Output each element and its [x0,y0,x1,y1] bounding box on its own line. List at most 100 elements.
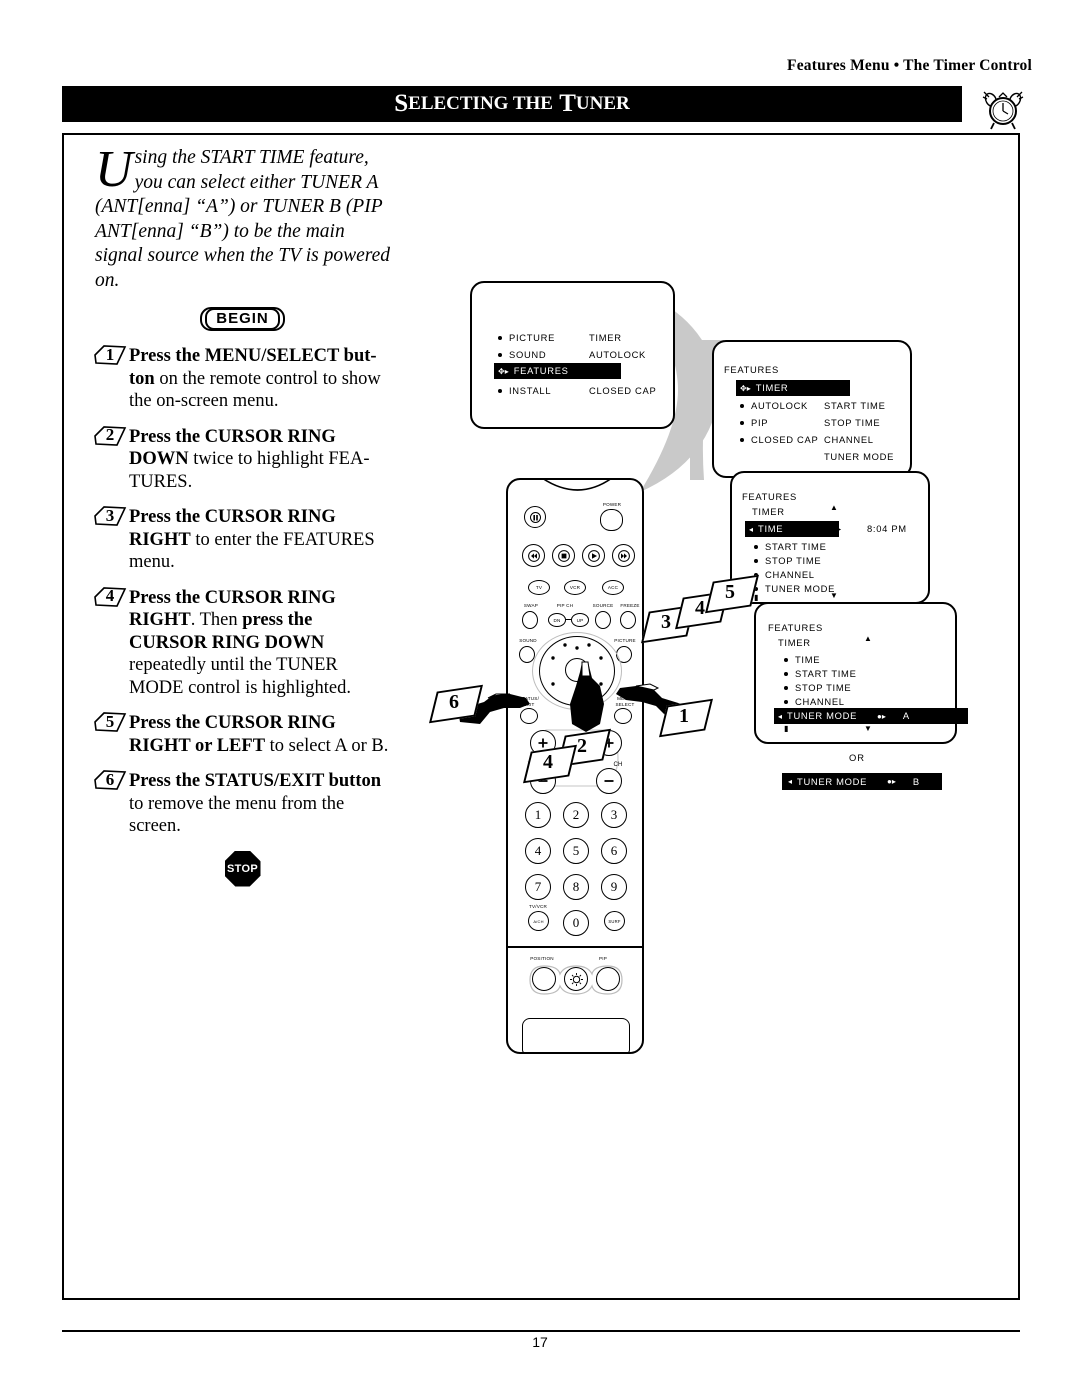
osd3-item-2[interactable]: STOP TIME [754,555,821,566]
vcr-button[interactable]: VCR [564,580,586,595]
keypad-7[interactable]: 7 [525,874,551,900]
acc-button[interactable]: ACC [602,580,624,595]
bullet-icon [784,685,788,690]
keypad-3[interactable]: 3 [601,802,627,828]
osd4-item-1[interactable]: START TIME [784,668,857,679]
channel-down-button[interactable] [596,768,622,794]
scroll-up-icon: ▲ [830,503,838,512]
keypad-5[interactable]: 5 [563,838,589,864]
drop-cap: U [95,141,133,198]
step-text: Press the STATUS/EXIT button to remove t… [129,771,382,836]
osd1-right-3: CLOSED CAP [589,385,657,396]
artwork-callout-1: 1 [658,698,714,738]
source-button[interactable] [595,611,611,629]
nav-cursor-icon: ✥▸ [498,367,509,376]
osd-alt-tuner-mode-bar[interactable]: ◂ TUNER MODE ●▸ B [782,773,942,790]
tv-button[interactable]: TV [528,580,550,595]
stop-button[interactable] [552,544,575,567]
acc-label: ACC [607,585,619,590]
step-number-diamond: 6 [93,769,127,791]
step-number: 1 [105,344,115,364]
osd1-right-1: AUTOLOCK [589,349,647,360]
osd4-header: FEATURES [768,622,823,633]
step-item: 3 Press the CURSOR RING RIGHT to enter t… [94,505,390,574]
keypad-1[interactable]: 1 [525,802,551,828]
play-button[interactable] [582,544,605,567]
backlight-button[interactable] [564,967,588,991]
pause-button[interactable] [524,506,546,528]
pip-ch-dn-label: DN [553,617,561,623]
keypad-2[interactable]: 2 [563,802,589,828]
steps-list: 1 Press the MENU/SELECT but-ton on the r… [93,344,390,838]
position-button[interactable] [532,967,556,991]
osd-timer-menu: FEATURES TIMER ▲ ◂ TIME ●▸ 8:04 PM START … [730,471,933,607]
page-title-cap1: S [394,90,409,117]
fast-forward-button[interactable] [612,544,635,567]
step-number: 4 [105,586,115,606]
freeze-button[interactable] [620,611,636,629]
osd1-left-1[interactable]: SOUND [498,349,546,360]
bullet-icon [740,437,744,442]
step-item: 4 Press the CURSOR RING RIGHT. Then pres… [94,586,390,700]
osd1-left-3[interactable]: INSTALL [498,385,551,396]
keypad-8[interactable]: 8 [563,874,589,900]
osd1-right-2: PIP [589,367,607,378]
osd4-item-2[interactable]: STOP TIME [784,682,851,693]
stop-label: STOP [227,862,258,875]
step-number: 3 [105,505,115,525]
osd2-left-1[interactable]: AUTOLOCK [740,400,808,411]
osd1-left-0[interactable]: PICTURE [498,332,555,343]
begin-badge-wrap: BEGIN [95,307,390,331]
pip-ch-down-button[interactable]: DN [548,613,566,627]
osd-features-menu: FEATURES ✥▸ TIMER AUTOLOCK PIP CLOSED CAP… [712,340,915,481]
swap-label: SWAP [523,603,539,608]
osd3-item-1[interactable]: START TIME [754,541,827,552]
bullet-icon [498,388,502,393]
artwork-callout-4b: 4 [522,744,578,784]
begin-badge-label: BEGIN [205,308,280,330]
osd2-right-4: TUNER MODE [824,451,895,462]
pip-ch-label: PIP CH [556,603,574,608]
osd3-item-4[interactable]: TUNER MODE [754,583,835,594]
keypad-6[interactable]: 6 [601,838,627,864]
callout-5-number: 5 [725,580,735,603]
osd2-left-2[interactable]: PIP [740,417,768,428]
nav-cursor-icon: ✥▸ [740,384,751,393]
keypad-0[interactable]: 0 [563,910,589,936]
pip-button[interactable] [596,967,620,991]
rewind-button[interactable] [522,544,545,567]
power-button[interactable] [600,509,623,531]
osd4-item-3[interactable]: CHANNEL [784,696,845,707]
surf-button[interactable]: SURF [604,911,625,931]
osd4-item-0[interactable]: TIME [784,654,820,665]
keypad-4[interactable]: 4 [525,838,551,864]
tv-vcr-button[interactable]: A/CH [528,911,549,931]
remote-divider [508,946,642,948]
osd2-right-0: TIME [824,382,850,393]
swap-button[interactable] [522,611,538,629]
osd2-left-3[interactable]: CLOSED CAP [740,434,818,445]
more-items-icon: ▮ [784,724,789,733]
tv-vcr-l2: A/CH [533,918,544,924]
osd2-right-1: START TIME [824,400,886,411]
bullet-icon [498,352,502,357]
osd3-item-3[interactable]: CHANNEL [754,569,815,580]
step-number-diamond: 5 [93,711,127,733]
battery-lid [522,1018,630,1054]
freeze-label: FREEZE [620,603,640,608]
keypad-9[interactable]: 9 [601,874,627,900]
intro-text: sing the START TIME feature, you can sel… [95,147,391,291]
pip-ch-up-button[interactable]: UP [571,613,589,627]
pointing-hand-2-icon [570,661,604,732]
pip-ch-up-label: UP [576,617,584,623]
callout-4b-number: 4 [543,750,553,773]
osd4-highlight: ◂ TUNER MODE ●▸ A [774,708,968,724]
osd3-item-0[interactable]: ◂ TIME [745,521,840,537]
alt-bar-label: TUNER MODE [797,776,868,787]
osd4-item-4[interactable]: ◂ TUNER MODE ●▸ A [774,708,968,724]
page-title-small1: ELECTING THE [408,93,553,114]
step-number: 2 [105,425,115,445]
power-label: POWER [602,502,622,507]
remote-top-lip [541,478,613,491]
osd3-subheader: TIMER [752,506,785,517]
